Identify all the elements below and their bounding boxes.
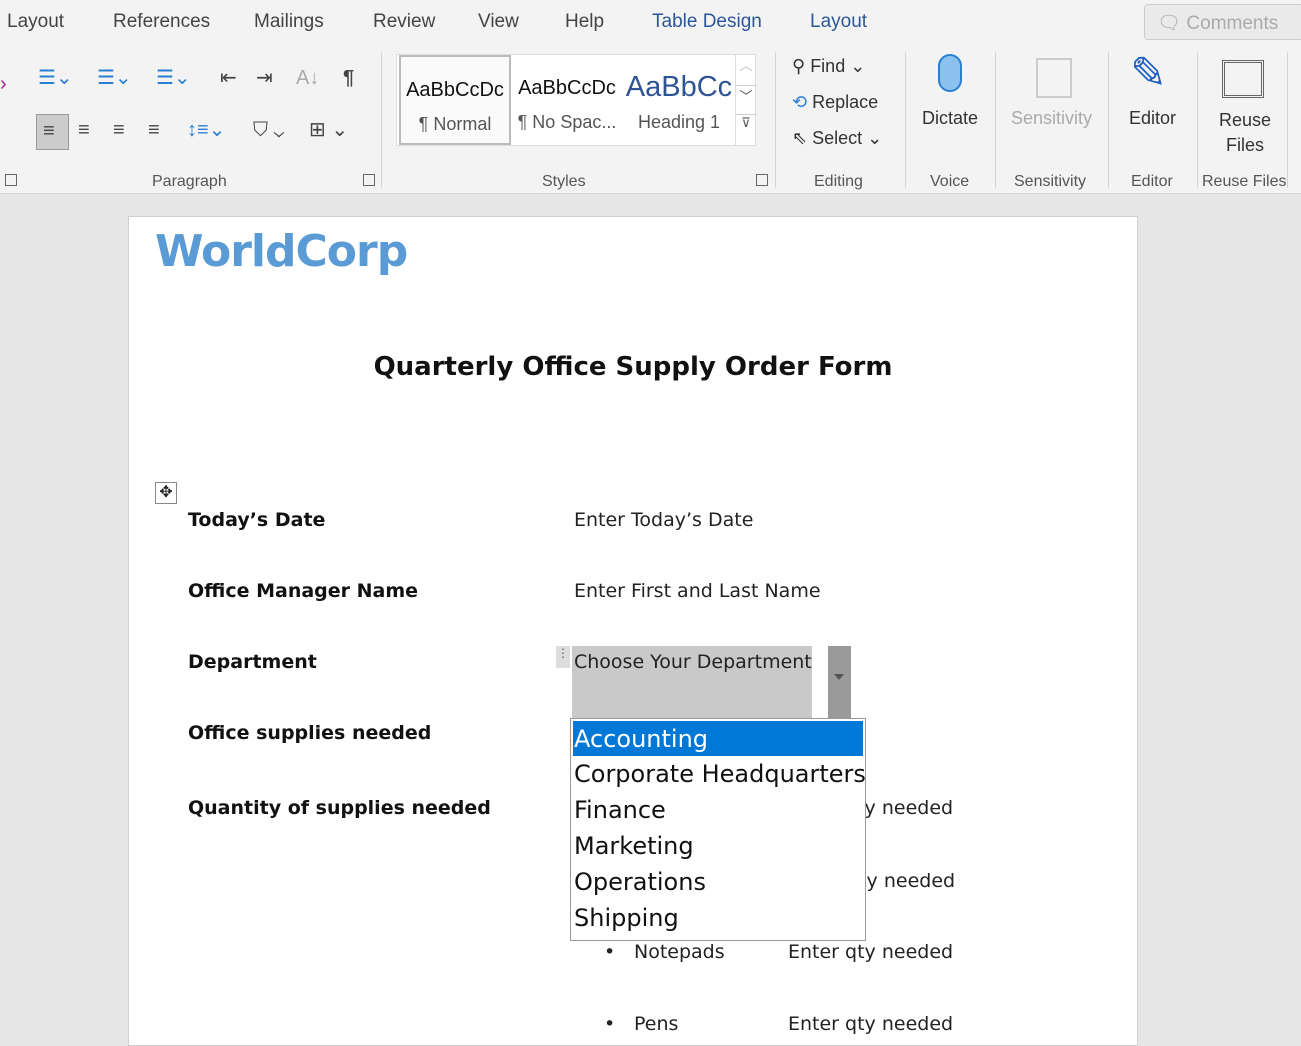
align-center-icon[interactable]: ≡ xyxy=(78,120,90,140)
replace-label: Replace xyxy=(812,92,878,112)
files-label: Files xyxy=(1219,133,1271,158)
style-heading-1[interactable]: AaBbCc Heading 1 xyxy=(623,55,735,145)
style-normal[interactable]: AaBbCcDc ¶ Normal xyxy=(399,55,511,145)
search-icon: ⚲ xyxy=(792,56,810,76)
cursor-icon: ⇖ xyxy=(792,128,812,148)
find-label: Find xyxy=(810,56,845,76)
department-options-list: Accounting Corporate Headquarters Financ… xyxy=(570,718,866,941)
style-preview: AaBbCcDc xyxy=(511,77,623,100)
tab-references[interactable]: References xyxy=(113,11,210,33)
bullet-icon: • xyxy=(604,1013,615,1035)
tab-layout[interactable]: Layout xyxy=(7,11,64,33)
justify-icon[interactable]: ≡ xyxy=(148,120,160,140)
dictate-button[interactable]: Dictate xyxy=(922,108,978,129)
reuse-files-button[interactable]: ReuseFiles xyxy=(1219,108,1271,158)
table-move-handle-icon[interactable]: ✥ xyxy=(155,482,177,504)
sensitivity-icon xyxy=(1036,58,1072,98)
styles-launcher-icon[interactable] xyxy=(756,174,768,186)
multilevel-list-icon[interactable]: ☰⌄ xyxy=(156,68,191,88)
group-label-paragraph: Paragraph xyxy=(152,173,227,191)
ribbon-tabs: Layout References Mailings Review View H… xyxy=(0,0,1301,46)
shading-icon[interactable]: ⛉ ⌄ xyxy=(253,120,284,140)
select-label: Select xyxy=(812,128,862,148)
qty-field-notepads[interactable]: Enter qty needed xyxy=(788,941,953,963)
comments-button[interactable]: 🗨 Comments xyxy=(1144,4,1301,40)
comments-label: Comments xyxy=(1186,13,1278,34)
scroll-left-icon[interactable]: › xyxy=(0,74,7,94)
sort-icon[interactable]: A↓ xyxy=(296,68,319,88)
comment-icon: 🗨 xyxy=(1157,13,1186,34)
sensitivity-button[interactable]: Sensitivity xyxy=(1011,108,1092,129)
style-preview: AaBbCcDc xyxy=(401,79,509,102)
label-department: Department xyxy=(188,651,317,673)
style-name: ¶ No Spac... xyxy=(511,112,623,133)
option-shipping[interactable]: Shipping xyxy=(571,900,865,936)
tab-mailings[interactable]: Mailings xyxy=(254,11,324,33)
borders-icon[interactable]: ⊞ ⌄ xyxy=(309,120,348,140)
gallery-down-icon[interactable]: ﹀ xyxy=(736,85,756,115)
paragraph-launcher-icon[interactable] xyxy=(363,174,375,186)
align-left-icon[interactable]: ≡ xyxy=(36,114,69,150)
editor-button[interactable]: Editor xyxy=(1129,108,1176,129)
gallery-up-icon[interactable]: ︿ xyxy=(736,55,756,85)
reuse-label: Reuse xyxy=(1219,108,1271,133)
group-label-reuse-files: Reuse Files xyxy=(1202,173,1286,191)
select-button[interactable]: ⇖ Select ⌄ xyxy=(792,128,882,149)
style-name: Heading 1 xyxy=(623,112,735,133)
document-title: Quarterly Office Supply Order Form xyxy=(0,352,1266,382)
bullet-icon: • xyxy=(604,941,615,963)
clipboard-launcher-icon[interactable] xyxy=(5,174,17,186)
group-label-styles: Styles xyxy=(542,173,586,191)
label-quantity-needed: Quantity of supplies needed xyxy=(188,797,491,819)
manager-name-field[interactable]: Enter First and Last Name xyxy=(574,580,821,602)
label-supplies-needed: Office supplies needed xyxy=(188,722,431,744)
option-accounting[interactable]: Accounting xyxy=(573,721,863,756)
item-notepads: Notepads xyxy=(634,941,725,963)
show-formatting-icon[interactable]: ¶ xyxy=(343,68,354,88)
option-finance[interactable]: Finance xyxy=(571,792,865,828)
caret-down-icon xyxy=(834,674,844,685)
tab-view[interactable]: View xyxy=(478,11,519,33)
tab-review[interactable]: Review xyxy=(373,11,435,33)
group-label-editing: Editing xyxy=(814,173,863,191)
label-todays-date: Today’s Date xyxy=(188,509,325,531)
reuse-files-icon xyxy=(1222,60,1264,98)
find-button[interactable]: ⚲ Find ⌄ xyxy=(792,56,865,77)
group-label-sensitivity: Sensitivity xyxy=(1014,173,1086,191)
replace-button[interactable]: ⟲ Replace xyxy=(792,92,878,113)
department-dropdown-value[interactable]: Choose Your Department xyxy=(574,651,812,673)
tab-table-layout[interactable]: Layout xyxy=(810,11,867,33)
line-spacing-icon[interactable]: ↕≡⌄ xyxy=(187,120,225,140)
numbering-icon[interactable]: ☰⌄ xyxy=(97,68,132,88)
increase-indent-icon[interactable]: ⇥ xyxy=(256,68,273,88)
decrease-indent-icon[interactable]: ⇤ xyxy=(220,68,237,88)
microphone-icon xyxy=(938,54,962,92)
tab-help[interactable]: Help xyxy=(565,11,604,33)
style-name: ¶ Normal xyxy=(401,114,509,135)
align-right-icon[interactable]: ≡ xyxy=(113,120,125,140)
option-corporate-headquarters[interactable]: Corporate Headquarters xyxy=(571,756,865,792)
group-label-editor: Editor xyxy=(1131,173,1173,191)
group-label-voice: Voice xyxy=(930,173,969,191)
qty-field-pens[interactable]: Enter qty needed xyxy=(788,1013,953,1035)
editor-pen-icon: ✎ xyxy=(1130,52,1167,96)
content-control-handle-icon[interactable]: ⋮ xyxy=(556,646,570,668)
style-preview: AaBbCc xyxy=(623,71,735,104)
ribbon: › ☰⌄ ☰⌄ ☰⌄ ⇤ ⇥ A↓ ¶ ≡ ≡ ≡ ≡ ↕≡⌄ ⛉ ⌄ ⊞ ⌄ … xyxy=(0,46,1301,194)
tab-table-design[interactable]: Table Design xyxy=(652,11,762,33)
dropdown-arrow-button[interactable] xyxy=(828,646,851,718)
worldcorp-logo: WorldCorp xyxy=(155,226,407,277)
style-no-spacing[interactable]: AaBbCcDc ¶ No Spac... xyxy=(511,55,623,145)
styles-gallery: AaBbCcDc¶ Normal AaBbCcDc¶ No Spac... Aa… xyxy=(396,54,756,146)
gallery-more-icon[interactable]: ⊽ xyxy=(736,115,756,131)
item-pens: Pens xyxy=(634,1013,678,1035)
option-operations[interactable]: Operations xyxy=(571,864,865,900)
option-marketing[interactable]: Marketing xyxy=(571,828,865,864)
label-office-manager: Office Manager Name xyxy=(188,580,418,602)
replace-icon: ⟲ xyxy=(792,92,812,112)
todays-date-field[interactable]: Enter Today’s Date xyxy=(574,509,753,531)
bullets-icon[interactable]: ☰⌄ xyxy=(38,68,73,88)
